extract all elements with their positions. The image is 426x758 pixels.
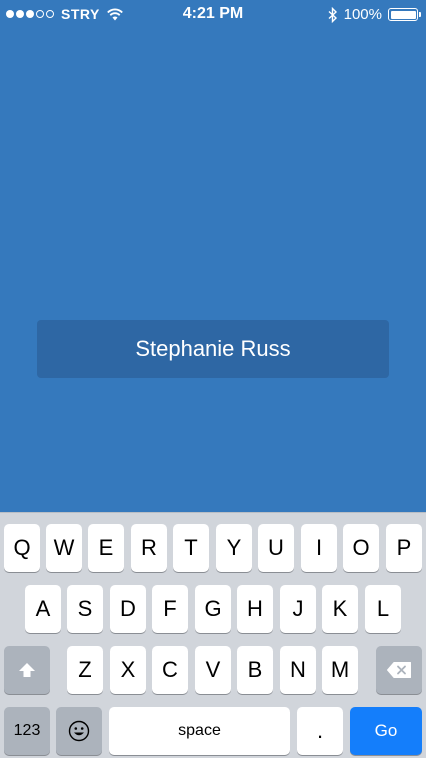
key-s[interactable]: S (67, 585, 103, 633)
key-v[interactable]: V (195, 646, 231, 694)
numbers-key[interactable]: 123 (4, 707, 50, 755)
key-i[interactable]: I (301, 524, 337, 572)
shift-icon (19, 663, 35, 677)
keyboard: Q W E R T Y U I O P A S D F G H J K L Z … (0, 512, 426, 758)
name-field[interactable]: Stephanie Russ (37, 320, 389, 378)
emoji-icon (68, 720, 90, 742)
emoji-key[interactable] (56, 707, 102, 755)
key-r[interactable]: R (131, 524, 167, 572)
key-d[interactable]: D (110, 585, 146, 633)
backspace-icon (387, 662, 411, 678)
space-key[interactable]: space (109, 707, 290, 755)
key-y[interactable]: Y (216, 524, 252, 572)
delete-key[interactable] (376, 646, 422, 694)
go-button[interactable]: Go (350, 707, 422, 755)
key-j[interactable]: J (280, 585, 316, 633)
key-p[interactable]: P (386, 524, 422, 572)
key-q[interactable]: Q (4, 524, 40, 572)
battery-percent: 100% (343, 6, 382, 23)
key-k[interactable]: K (322, 585, 358, 633)
key-z[interactable]: Z (67, 646, 103, 694)
status-bar: STRY 4:21 PM 100% (0, 0, 426, 30)
key-f[interactable]: F (152, 585, 188, 633)
key-b[interactable]: B (237, 646, 273, 694)
key-c[interactable]: C (152, 646, 188, 694)
key-u[interactable]: U (258, 524, 294, 572)
key-o[interactable]: O (343, 524, 379, 572)
key-x[interactable]: X (110, 646, 146, 694)
key-a[interactable]: A (25, 585, 61, 633)
bluetooth-icon (328, 6, 337, 23)
key-w[interactable]: W (46, 524, 82, 572)
key-n[interactable]: N (280, 646, 316, 694)
shift-key[interactable] (4, 646, 50, 694)
key-e[interactable]: E (88, 524, 124, 572)
battery-icon (388, 8, 421, 21)
key-m[interactable]: M (322, 646, 358, 694)
key-l[interactable]: L (365, 585, 401, 633)
key-t[interactable]: T (173, 524, 209, 572)
key-h[interactable]: H (237, 585, 273, 633)
key-g[interactable]: G (195, 585, 231, 633)
period-key[interactable]: . (297, 707, 343, 755)
